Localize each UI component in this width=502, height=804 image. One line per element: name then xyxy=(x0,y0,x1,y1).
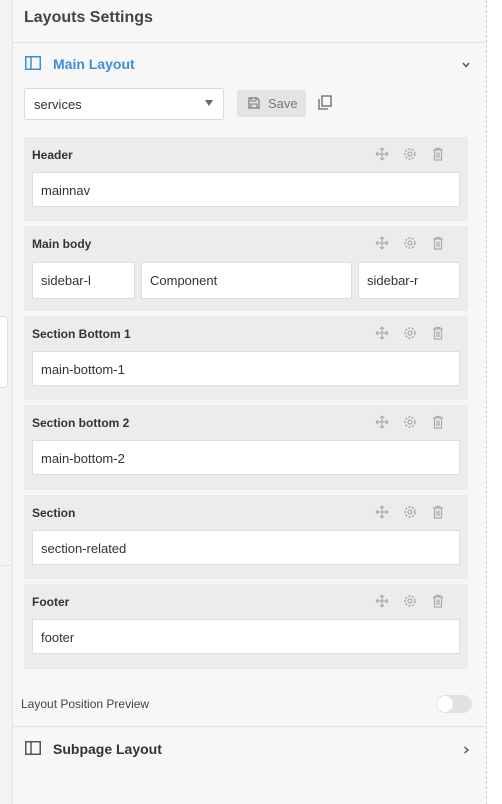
layout-select[interactable]: services xyxy=(24,88,224,120)
position-label: main-bottom-2 xyxy=(41,451,125,466)
position-label: main-bottom-1 xyxy=(41,362,125,377)
chevron-down-icon[interactable] xyxy=(461,60,471,70)
move-icon[interactable] xyxy=(374,593,390,609)
row-tools xyxy=(374,146,454,162)
main-layout-accordion-header[interactable]: Main Layout xyxy=(13,43,487,87)
layout-select-value: services xyxy=(34,97,82,112)
divider xyxy=(13,726,487,727)
position-label: sidebar-l xyxy=(41,273,91,288)
layout-preview-toggle[interactable] xyxy=(436,695,472,713)
move-icon[interactable] xyxy=(374,325,390,341)
trash-icon[interactable] xyxy=(430,235,446,251)
move-icon[interactable] xyxy=(374,146,390,162)
save-icon xyxy=(248,97,260,109)
row-title: Section bottom 2 xyxy=(32,416,130,430)
position-label: footer xyxy=(41,630,75,645)
left-sidebar-strip xyxy=(0,0,12,804)
trash-icon[interactable] xyxy=(430,593,446,609)
row-title: Header xyxy=(32,148,73,162)
move-icon[interactable] xyxy=(374,504,390,520)
trash-icon[interactable] xyxy=(430,414,446,430)
position-column[interactable]: Component xyxy=(141,262,352,299)
chevron-right-icon[interactable] xyxy=(461,745,471,755)
row-tools xyxy=(374,414,454,430)
layouts-settings-panel: Layouts Settings Main Layout services Sa… xyxy=(12,0,487,804)
row-tools xyxy=(374,504,454,520)
gear-icon[interactable] xyxy=(402,414,418,430)
subpage-layout-accordion-header[interactable]: Subpage Layout xyxy=(13,728,487,772)
position-column[interactable]: sidebar-l xyxy=(32,262,135,299)
left-divider xyxy=(0,565,12,566)
gear-icon[interactable] xyxy=(402,235,418,251)
copy-icon[interactable] xyxy=(318,95,332,110)
toggle-knob xyxy=(437,696,453,712)
row-title: Main body xyxy=(32,237,92,251)
gear-icon[interactable] xyxy=(402,504,418,520)
trash-icon[interactable] xyxy=(430,325,446,341)
canvas-edge xyxy=(486,0,502,804)
layout-row: Section bottom 2 main-bottom-2 xyxy=(24,405,468,490)
main-layout-title: Main Layout xyxy=(53,56,135,72)
layout-row: Section Bottom 1 main-bottom-1 xyxy=(24,316,468,400)
row-tools xyxy=(374,235,454,251)
row-title: Section Bottom 1 xyxy=(32,327,131,341)
trash-icon[interactable] xyxy=(430,146,446,162)
position-column[interactable]: main-bottom-2 xyxy=(32,440,460,475)
position-label: sidebar-r xyxy=(367,273,419,288)
caret-down-icon xyxy=(205,100,213,106)
move-icon[interactable] xyxy=(374,235,390,251)
move-icon[interactable] xyxy=(374,414,390,430)
save-button-label: Save xyxy=(268,96,298,111)
subpage-layout-title: Subpage Layout xyxy=(53,741,162,757)
gear-icon[interactable] xyxy=(402,593,418,609)
layout-icon xyxy=(25,56,41,70)
left-sidebar-tab[interactable] xyxy=(0,316,8,388)
row-tools xyxy=(374,325,454,341)
position-column[interactable]: main-bottom-1 xyxy=(32,351,460,386)
position-column[interactable]: mainnav xyxy=(32,172,460,207)
layout-icon xyxy=(25,741,41,755)
panel-title: Layouts Settings xyxy=(24,9,153,26)
position-column[interactable]: section-related xyxy=(32,530,460,565)
position-column[interactable]: sidebar-r xyxy=(358,262,460,299)
save-button[interactable]: Save xyxy=(237,90,306,117)
gear-icon[interactable] xyxy=(402,146,418,162)
layout-row: Section section-related xyxy=(24,495,468,579)
row-title: Footer xyxy=(32,595,70,609)
row-title: Section xyxy=(32,506,76,520)
trash-icon[interactable] xyxy=(430,504,446,520)
position-column[interactable]: footer xyxy=(32,619,460,654)
layout-row: Main body sidebar-l Component sidebar-r xyxy=(24,226,468,311)
position-label: mainnav xyxy=(41,183,91,198)
layout-preview-label: Layout Position Preview xyxy=(21,697,150,711)
gear-icon[interactable] xyxy=(402,325,418,341)
row-tools xyxy=(374,593,454,609)
layout-row: Footer footer xyxy=(24,584,468,669)
position-label: Component xyxy=(150,273,218,288)
layout-row: Header mainnav xyxy=(24,137,468,221)
position-label: section-related xyxy=(41,541,127,556)
